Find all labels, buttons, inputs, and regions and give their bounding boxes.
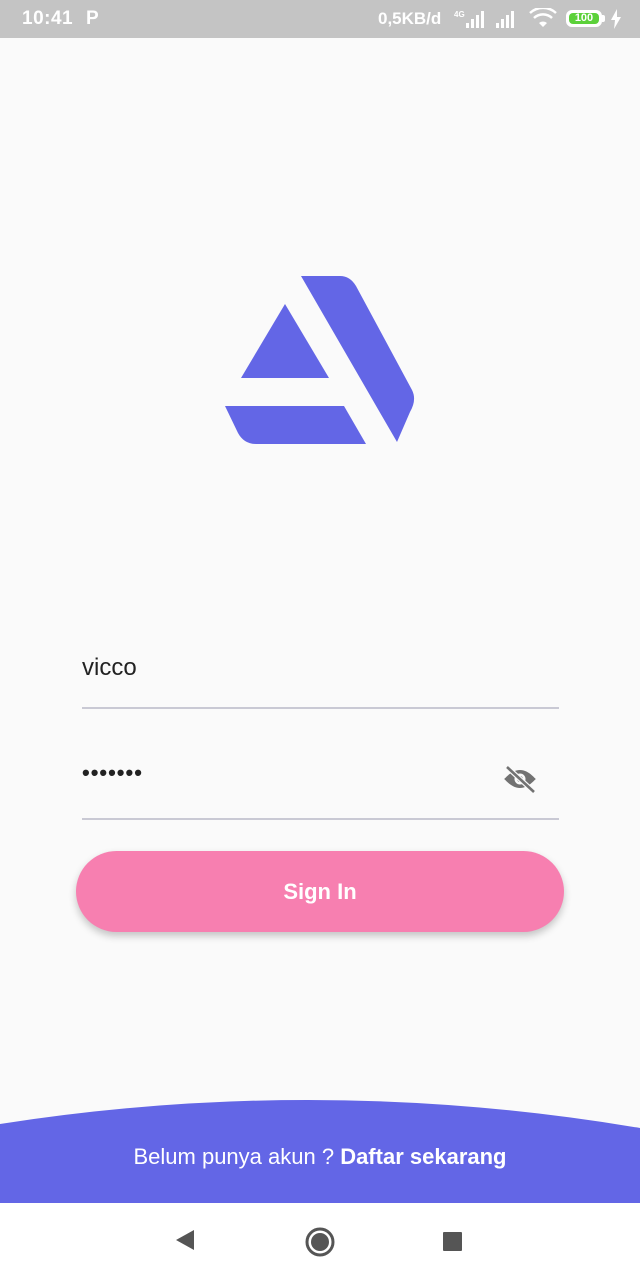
parking-p-icon: P (86, 8, 99, 29)
username-value[interactable]: vicco (82, 654, 137, 682)
network-speed: 0,5KB/d (378, 9, 442, 28)
password-field[interactable]: ••••••• (82, 748, 559, 820)
status-bar: 10:41 P 0,5KB/d 4G 100 (0, 0, 640, 38)
wifi-icon (529, 8, 557, 27)
home-icon[interactable] (304, 1226, 336, 1258)
battery-icon: 100 (566, 10, 602, 27)
login-screen: 10:41 P 0,5KB/d 4G 100 vicco ••••••• Sig… (0, 0, 640, 1280)
battery-tip (602, 15, 605, 22)
register-link[interactable]: Daftar sekarang (340, 1144, 506, 1169)
status-time: 10:41 (22, 8, 74, 29)
app-logo-icon (225, 276, 415, 444)
back-icon[interactable] (172, 1225, 198, 1255)
recents-icon[interactable] (442, 1231, 464, 1253)
signin-button[interactable]: Sign In (76, 851, 564, 932)
signal-4g-icon: 4G (454, 10, 484, 28)
battery-level: 100 (569, 13, 599, 24)
username-field[interactable]: vicco (82, 640, 559, 709)
signal-icon (496, 11, 514, 28)
svg-text:4G: 4G (454, 10, 465, 19)
register-prompt: Belum punya akun ? Daftar sekarang (0, 1144, 640, 1170)
navigation-bar (0, 1203, 640, 1280)
password-value[interactable]: ••••••• (82, 760, 143, 786)
register-prompt-text: Belum punya akun ? (133, 1144, 341, 1169)
eye-off-icon[interactable] (501, 764, 539, 794)
charging-icon (611, 9, 621, 29)
